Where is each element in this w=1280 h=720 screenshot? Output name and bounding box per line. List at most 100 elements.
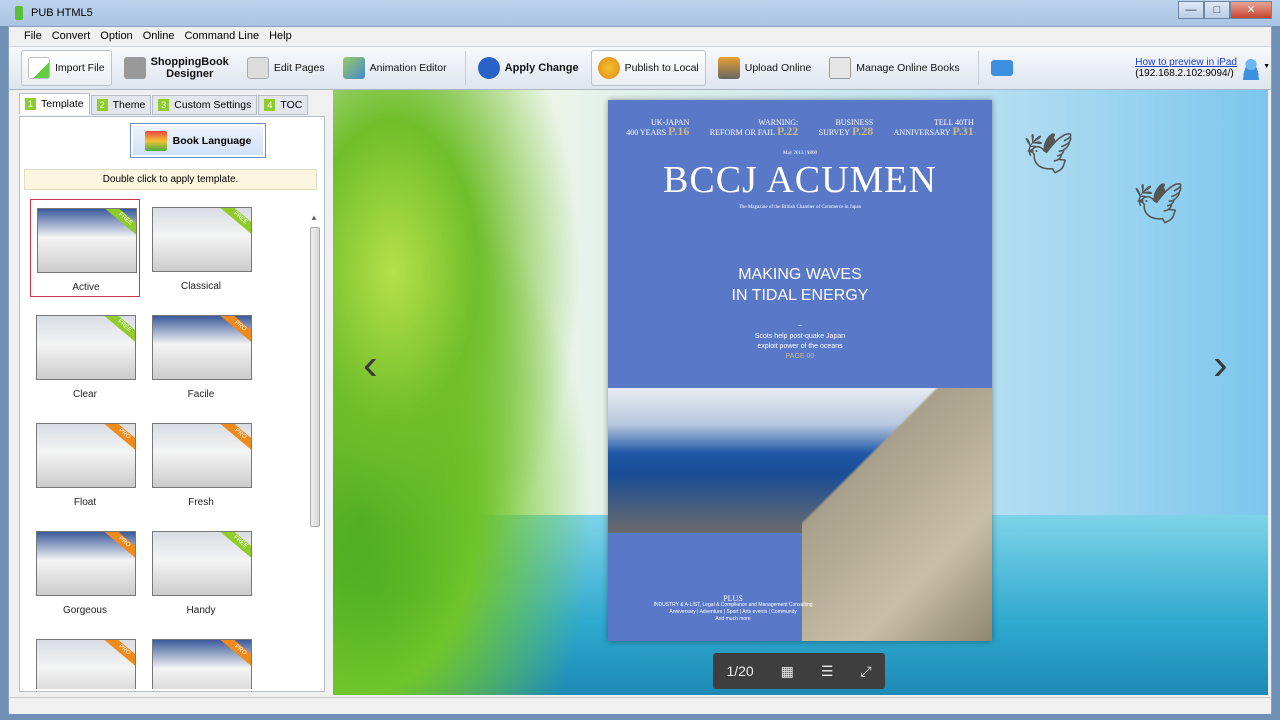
menu-command-line[interactable]: Command Line [179, 27, 264, 46]
scrollbar-thumb[interactable] [310, 227, 320, 527]
template-name: Classical [180, 281, 221, 292]
tab-custom-settings[interactable]: 3 Custom Settings [152, 95, 258, 115]
cover-divider: ~ [797, 323, 803, 330]
book-preview: 🕊 🕊 ‹ › UK-JAPAN 400 YEARS P.16 WARNING: REF… [333, 90, 1268, 695]
tab-label: TOC [280, 99, 303, 111]
scroll-up-icon[interactable]: ▲ [310, 213, 318, 222]
cover-plus: PLUS [723, 594, 743, 603]
edit-pages-label: Edit Pages [273, 62, 325, 74]
cover-masthead: BCCJ ACUMEN [663, 159, 937, 201]
page-indicator: 1/20 [726, 663, 754, 679]
template-item[interactable]: PRO [146, 631, 256, 689]
tab-number: 2 [96, 99, 108, 111]
apply-change-label: Apply Change [504, 62, 579, 74]
template-grid: FREE Active FREE Classical FREE Clear PRO Facil… [22, 199, 302, 689]
thumbnails-grid-icon[interactable]: ▦ [781, 663, 794, 680]
menu-online[interactable]: Online [138, 27, 180, 46]
shoppingbook-designer-button[interactable]: ShoppingBook Designer [118, 50, 235, 86]
template-badge: PRO [217, 424, 251, 455]
animation-editor-button[interactable]: Animation Editor [337, 50, 453, 86]
import-file-icon [28, 57, 50, 79]
cover-teasers: UK-JAPAN 400 YEARS P.16 WARNING: REFORM OR F… [608, 100, 992, 137]
settings-tabs: 1 Template 2 Theme 3 Custom Settings 4 TOC [19, 93, 309, 115]
template-thumbnail: PRO [36, 639, 136, 689]
title-bar: PUB HTML5 — □ ✕ [0, 0, 1280, 26]
template-badge: FREE [217, 208, 251, 239]
template-item[interactable]: PRO Facile [146, 307, 256, 405]
template-thumbnail: PRO [152, 423, 252, 488]
close-button[interactable]: ✕ [1230, 1, 1272, 19]
cover-sub: exploit power of the oceans [757, 343, 843, 350]
template-thumbnail: PRO [36, 423, 136, 488]
template-item[interactable]: FREE Classical [146, 199, 256, 297]
maximize-button[interactable]: □ [1204, 1, 1230, 19]
menu-option[interactable]: Option [95, 27, 137, 46]
chevron-down-icon[interactable]: ▼ [1263, 63, 1270, 70]
template-item[interactable]: PRO Fresh [146, 415, 256, 513]
upload-online-button[interactable]: Upload Online [712, 50, 818, 86]
template-item[interactable]: FREE Active [30, 199, 140, 297]
cover-teaser: WARNING: REFORM OR FAIL P.22 [709, 118, 799, 138]
tab-label: Custom Settings [174, 99, 252, 111]
tab-number: 3 [158, 99, 170, 111]
template-panel: Book Language Double click to apply temp… [19, 116, 325, 708]
tab-theme[interactable]: 2 Theme [90, 95, 152, 115]
animation-editor-icon [342, 57, 365, 79]
template-scrollbar[interactable]: ▲ ▼ [308, 213, 322, 708]
book-language-button[interactable]: Book Language [130, 123, 266, 158]
next-page-button[interactable]: › [1213, 340, 1228, 390]
minimize-button[interactable]: — [1178, 1, 1204, 19]
fullscreen-icon[interactable]: ⤢ [860, 663, 871, 680]
table-of-contents-icon[interactable]: ☰ [821, 663, 834, 680]
cover-date: May 2013 | ¥800 [783, 151, 817, 156]
template-name: Active [72, 282, 100, 293]
tab-template[interactable]: 1 Template [19, 93, 90, 115]
palm-background [333, 90, 633, 695]
preview-ipad-link[interactable]: How to preview in iPad [1135, 57, 1237, 68]
template-item[interactable]: PRO Gorgeous [30, 523, 140, 621]
template-thumbnail: FREE [152, 207, 252, 272]
template-thumbnail: PRO [36, 531, 136, 596]
apply-change-button[interactable]: Apply Change [472, 50, 585, 86]
cover-plus-line: INDUSTRY & A-LIST, Legal & Compliance an… [653, 602, 813, 608]
publish-to-local-button[interactable]: Publish to Local [590, 50, 706, 86]
template-item[interactable]: FREE Handy [146, 523, 256, 621]
cart-icon [990, 60, 1013, 76]
template-item[interactable]: FREE Clear [30, 307, 140, 405]
menu-help[interactable]: Help [264, 27, 297, 46]
upload-label: Upload Online [744, 62, 812, 74]
menu-file[interactable]: File [19, 27, 47, 46]
cover-teaser: TELL 40TH ANNIVERSARY P.31 [893, 118, 974, 138]
import-file-label: Import File [55, 62, 105, 74]
menu-bar: File Convert Option Online Command Line … [9, 27, 1271, 46]
cover-page-ref: PAGE 00 [785, 353, 815, 360]
app-icon [15, 6, 23, 20]
upload-icon [717, 57, 740, 79]
template-name: Fresh [188, 497, 214, 508]
book-cover[interactable]: UK-JAPAN 400 YEARS P.16 WARNING: REFORM OR F… [608, 100, 992, 641]
manage-online-books-button[interactable]: Manage Online Books [823, 50, 965, 86]
import-file-button[interactable]: Import File [21, 50, 112, 86]
template-name: Gorgeous [63, 605, 107, 616]
tab-toc[interactable]: 4 TOC [258, 95, 309, 115]
cover-headline: IN TIDAL ENERGY [731, 287, 869, 304]
menu-convert[interactable]: Convert [47, 27, 96, 46]
wrench-icon [829, 57, 852, 79]
user-avatar-icon[interactable] [1241, 58, 1261, 80]
prev-page-button[interactable]: ‹ [363, 340, 378, 390]
template-name: Clear [73, 389, 97, 400]
tab-label: Template [41, 98, 84, 110]
shopping-cart-icon [123, 57, 146, 79]
seagull-icon: 🕊 [1023, 132, 1074, 176]
template-item[interactable]: PRO [30, 631, 140, 689]
template-badge: PRO [217, 316, 251, 347]
template-item[interactable]: PRO Float [30, 415, 140, 513]
template-badge: PRO [101, 640, 135, 671]
publish-label: Publish to Local [624, 62, 699, 74]
cart-button[interactable] [985, 50, 1024, 86]
cover-tagline: The Magazine of the British Chamber of C… [738, 205, 862, 210]
edit-pages-button[interactable]: Edit Pages [241, 50, 331, 86]
shopping-label-2: Designer [166, 68, 214, 80]
tab-number: 1 [25, 98, 36, 110]
template-thumbnail: FREE [37, 208, 137, 273]
